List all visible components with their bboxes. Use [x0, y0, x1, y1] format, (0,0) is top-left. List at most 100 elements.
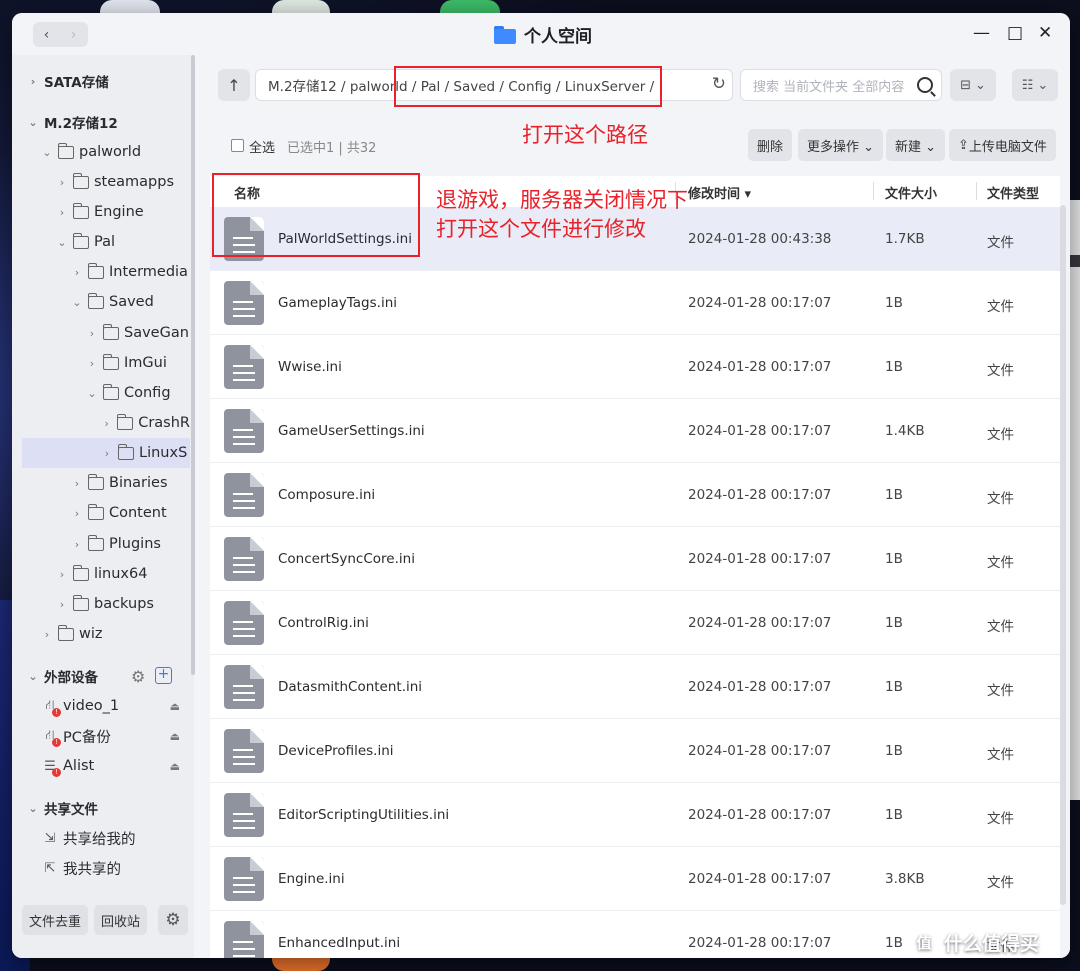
select-all-checkbox[interactable]	[231, 139, 244, 152]
arrow-up-icon: ↑	[227, 75, 241, 95]
tree-item-config[interactable]: ⌄ Config	[85, 378, 190, 408]
chevron-right-icon[interactable]: ›	[70, 538, 84, 551]
chevron-right-icon[interactable]: ›	[100, 447, 114, 460]
tree-item-content[interactable]: › Content	[70, 498, 190, 528]
file-size: 1B	[885, 615, 903, 631]
tree-item-linuxserver[interactable]: › LinuxS	[22, 438, 190, 468]
file-table: 名称 修改时间 ▾ 文件大小 文件类型 PalWorldSettings.ini…	[210, 176, 1060, 958]
table-row[interactable]: Engine.ini 2024-01-28 00:17:07 3.8KB 文件	[210, 847, 1060, 911]
select-all-label[interactable]: 全选	[249, 137, 275, 156]
dedupe-button[interactable]: 文件去重	[22, 905, 89, 935]
table-row[interactable]: Wwise.ini 2024-01-28 00:17:07 1B 文件	[210, 335, 1060, 399]
chevron-down-icon[interactable]: ⌄	[40, 146, 54, 159]
chevron-right-icon[interactable]: ›	[70, 477, 84, 490]
tree-item-palworld[interactable]: ⌄ palworld	[40, 137, 190, 167]
sidebar-item-sata[interactable]: › SATA存储	[26, 66, 186, 96]
view-mode-button[interactable]: ☷ ⌄	[1012, 69, 1058, 101]
tree-item-crashreport[interactable]: › CrashR	[100, 408, 190, 438]
shared-with-me[interactable]: ⇲ 共享给我的	[42, 823, 192, 853]
tree-item-savegames[interactable]: › SaveGan	[85, 318, 190, 348]
tree-item-saved[interactable]: ⌄ Saved	[70, 287, 190, 317]
forward-button[interactable]: ›	[60, 22, 87, 47]
minimize-button[interactable]: —	[973, 23, 990, 43]
sidebar-scrollbar[interactable]	[191, 55, 195, 675]
sidebar-item-m2[interactable]: ⌄ M.2存储12	[26, 107, 186, 137]
chevron-right-icon[interactable]: ›	[100, 417, 113, 430]
eject-icon[interactable]: ⏏	[170, 760, 180, 773]
search-input[interactable]: 搜索 当前文件夹 全部内容	[740, 69, 942, 101]
tree-item-wiz[interactable]: › wiz	[40, 619, 190, 649]
file-type: 文件	[987, 491, 1014, 507]
file-type: 文件	[987, 299, 1014, 315]
chevron-down-icon[interactable]: ⌄	[85, 387, 99, 400]
folder-icon	[87, 292, 104, 309]
sidebar-section-shared[interactable]: ⌄ 共享文件	[26, 793, 186, 823]
more-actions-button[interactable]: 更多操作 ⌄	[798, 129, 884, 161]
chevron-right-icon[interactable]: ›	[55, 568, 69, 581]
search-icon[interactable]	[917, 77, 933, 93]
chevron-right-icon[interactable]: ›	[55, 598, 69, 611]
table-row[interactable]: EditorScriptingUtilities.ini 2024-01-28 0…	[210, 783, 1060, 847]
tree-item-pal[interactable]: ⌄ Pal	[55, 227, 190, 257]
sidebar-section-external[interactable]: ⌄ 外部设备	[26, 661, 126, 691]
tree-item-intermediate[interactable]: › Intermedia	[70, 257, 190, 287]
tree-item-engine[interactable]: › Engine	[55, 197, 190, 227]
file-highlight-box	[212, 173, 420, 257]
eject-icon[interactable]: ⏏	[170, 700, 180, 713]
document-icon	[224, 665, 264, 709]
upload-button[interactable]: ⇪ 上传电脑文件	[949, 129, 1056, 161]
table-row[interactable]: DeviceProfiles.ini 2024-01-28 00:17:07 1B 文…	[210, 719, 1060, 783]
chevron-right-icon[interactable]: ›	[55, 176, 69, 189]
delete-button[interactable]: 删除	[748, 129, 793, 161]
device-alist[interactable]: ☰! Alist ⏏	[42, 751, 192, 781]
gear-icon[interactable]: ⚙	[131, 667, 145, 686]
table-row[interactable]: Composure.ini 2024-01-28 00:17:07 1B 文件	[210, 463, 1060, 527]
document-icon	[224, 601, 264, 645]
tree-item-steamapps[interactable]: › steamapps	[55, 167, 190, 197]
header-type[interactable]: 文件类型	[987, 183, 1039, 202]
device-pc-backup[interactable]: ⛙! PC备份 ⏏	[42, 721, 192, 751]
refresh-icon[interactable]: ↻	[712, 74, 726, 94]
folder-icon	[72, 172, 89, 189]
tree-item-imgui[interactable]: › ImGui	[85, 348, 190, 378]
chevron-right-icon[interactable]: ›	[70, 266, 84, 279]
table-scrollbar[interactable]	[1060, 205, 1066, 905]
tree-item-linux64[interactable]: › linux64	[55, 559, 190, 589]
settings-button[interactable]: ⚙	[158, 905, 188, 935]
chevron-down-icon[interactable]: ⌄	[55, 236, 69, 249]
chevron-right-icon[interactable]: ›	[70, 507, 84, 520]
sort-button[interactable]: ⊟ ⌄	[950, 69, 996, 101]
header-time[interactable]: 修改时间 ▾	[688, 183, 751, 202]
recycle-bin-button[interactable]: 回收站	[94, 905, 148, 935]
tree-item-backups[interactable]: › backups	[55, 589, 190, 619]
device-video1[interactable]: ⛙! video_1 ⏏	[42, 691, 192, 721]
chevron-down-icon[interactable]: ⌄	[70, 296, 84, 309]
close-button[interactable]: ✕	[1038, 23, 1052, 43]
eject-icon[interactable]: ⏏	[170, 730, 180, 743]
table-row[interactable]: GameplayTags.ini 2024-01-28 00:17:07 1B 文件	[210, 271, 1060, 335]
maximize-button[interactable]: □	[1007, 23, 1023, 43]
file-modified-time: 2024-01-28 00:17:07	[688, 935, 832, 951]
new-button[interactable]: 新建 ⌄	[886, 129, 946, 161]
back-button[interactable]: ‹	[33, 22, 60, 47]
file-modified-time: 2024-01-28 00:17:07	[688, 551, 832, 567]
chevron-right-icon[interactable]: ›	[85, 357, 99, 370]
folder-icon	[57, 624, 74, 641]
header-size[interactable]: 文件大小	[885, 183, 937, 202]
tree-item-label: ImGui	[124, 355, 167, 371]
chevron-right-icon[interactable]: ›	[85, 327, 99, 340]
shared-by-me[interactable]: ⇱ 我共享的	[42, 853, 192, 883]
table-row[interactable]: ConcertSyncCore.ini 2024-01-28 00:17:07 1B…	[210, 527, 1060, 591]
table-row[interactable]: DatasmithContent.ini 2024-01-28 00:17:07 1…	[210, 655, 1060, 719]
table-row[interactable]: GameUserSettings.ini 2024-01-28 00:17:07 1…	[210, 399, 1060, 463]
tree-item-plugins[interactable]: › Plugins	[70, 529, 190, 559]
table-row[interactable]: ControlRig.ini 2024-01-28 00:17:07 1B 文件	[210, 591, 1060, 655]
add-device-button[interactable]: +	[155, 667, 172, 684]
file-modified-time: 2024-01-28 00:17:07	[688, 359, 832, 375]
chevron-right-icon[interactable]: ›	[40, 628, 54, 641]
background-window-edge	[1070, 200, 1080, 800]
chevron-right-icon[interactable]: ›	[55, 206, 69, 219]
up-folder-button[interactable]: ↑	[218, 69, 250, 101]
tree-item-binaries[interactable]: › Binaries	[70, 468, 190, 498]
shared-label: 我共享的	[63, 861, 121, 878]
